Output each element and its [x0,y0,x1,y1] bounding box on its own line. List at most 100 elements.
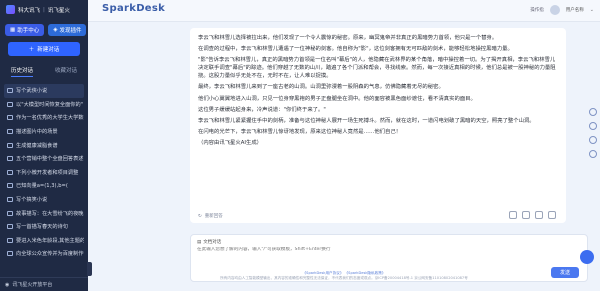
iflytek-logo-icon [6,5,15,14]
header-right: 操作指 用户名称 ⌄ [530,5,594,15]
history-item-label: 描述图片中的场景 [16,129,58,136]
guide-link[interactable]: 操作指 [530,7,544,13]
sidebar: 科大讯飞 | 讯飞星火 ▦ 助手中心 ◈ 发现插件 ＋ 新建对话 历史对话 收藏… [0,0,88,291]
history-item[interactable]: 作为一名优秀的大学生大学数学讲授 [4,111,84,125]
brand-divider: | [43,6,45,13]
tab-favorites[interactable]: 收藏对话 [55,66,77,77]
chat-bubble-icon [7,101,13,107]
answer-paragraph: （内容由讯飞星火AI生成） [198,139,263,146]
rail-icon-4[interactable] [589,150,597,158]
sidebar-footer-label: 讯飞星火开放平台 [12,282,53,288]
chat-bubble-icon [7,156,13,162]
history-list: 写个武侠小说以"大模型时间恢复全面你的" 作为一名优秀的大学生大学数学讲授描述图片… [4,84,84,261]
chat-bubble-icon [7,142,13,148]
answer-paragraph: 李云飞和林雪儿选择被拉出来，他们发现了一个令人震惊的秘密。原来，幽冥鬼帝并非真正… [198,35,498,41]
assistant-center-button[interactable]: ▦ 助手中心 [5,24,45,36]
history-item-label: 故事描写：在大雪纷飞的夜晚... [16,210,84,217]
history-item-label: 作为一名优秀的大学生大学数学讲授 [16,115,84,122]
history-item[interactable]: 生成健康减脂食谱 [4,138,84,152]
answer-paragraph: 在调查的过程中，李云飞和林雪儿遭遇了一位神秘的剑客。他自称为"影"，这位剑客拥有… [198,46,513,53]
history-item-label: 写一首描写春天的诗句 [16,224,68,231]
history-item-label: 写个搞笑小说 [16,197,48,204]
tab-history[interactable]: 历史对话 [10,66,33,77]
avatar[interactable] [549,5,560,15]
chat-bubble-icon [7,224,13,230]
history-item[interactable]: 已知向量a=(1,3),b=( [4,179,84,193]
answer-paragraph: 李云飞和林雪儿紧紧握住手中的剑柄，准备与这位神秘人展开一场生死搏斗。然而，就在这… [198,117,535,124]
history-item-label: 要进入米色年龄段,其他主题的 [16,237,84,244]
doc-chat-toggle[interactable]: ▤ 文档对话 [197,239,222,246]
doc-chat-label: 文档对话 [203,240,222,245]
history-item-label: 向全球公众宣传并为百度制作一个 [16,251,84,258]
sidebar-top-buttons: ▦ 助手中心 ◈ 发现插件 [5,24,87,36]
plugin-icon: ◈ [53,27,58,33]
chat-bubble-icon [7,251,13,257]
history-item[interactable]: 五个营销中整个全盘回答表述 [4,152,84,166]
rail-icon-3[interactable] [589,136,597,144]
chat-bubble-icon [7,197,13,203]
discover-plugins-label: 发现插件 [59,28,82,34]
answer-body: 李云飞和林雪儿选择被拉出来，他们发现了一个令人震惊的秘密。原来，幽冥鬼帝并非真正… [198,34,558,147]
history-item-label: 写个武侠小说 [16,88,48,95]
privacy-policy-link[interactable]: 《SparkDesk隐私政策》 [345,271,386,275]
plus-icon: ＋ [28,47,35,53]
history-item[interactable]: 写一首描写春天的诗句 [4,220,84,234]
chat-bubble-icon [7,115,13,121]
history-item[interactable]: 写个搞笑小说 [4,193,84,207]
chat-bubble-icon [7,183,13,189]
refresh-icon: ↻ [198,213,202,219]
chat-bubble-icon [7,129,13,135]
history-item[interactable]: 向全球公众宣传并为百度制作一个 [4,247,84,261]
rail-icon-2[interactable] [589,122,597,130]
answer-paragraph: "影"告诉李云飞和林雪儿，真正的黑暗势力首领是一位名叫"幕后"的人，他隐藏在武林… [198,57,556,80]
brand-right: 讯飞星火 [47,7,70,14]
chat-input[interactable] [197,247,497,252]
sidebar-footer[interactable]: ◉ 讯飞星火开放平台 [0,277,88,291]
history-item[interactable]: 以"大模型时间恢复全面你的" [4,98,84,112]
history-item[interactable]: 故事描写：在大雪纷飞的夜晚... [4,206,84,220]
help-icon[interactable] [580,250,594,264]
history-item[interactable]: 要进入米色年龄段,其他主题的 [4,234,84,248]
answer-paragraph: 这位男子缓缓站起身来，冷声说道："你们终于来了。" [198,106,326,113]
new-chat-button[interactable]: ＋ 新建对话 [8,42,80,56]
history-item[interactable]: 下列小微开发者和项目调整 [4,166,84,180]
chat-bubble-icon [7,210,13,216]
history-item-label: 以"大模型时间恢复全面你的" [16,101,84,108]
history-item-label: 已知向量a=(1,3),b=( [16,183,68,190]
rail-icon-1[interactable] [589,108,597,116]
user-agreement-link[interactable]: 《SparkDesk用户协议》 [303,271,344,275]
platform-icon: ◉ [5,281,10,288]
regenerate-label: 重新回答 [204,214,223,219]
answer-card: 李云飞和林雪儿选择被拉出来，他们发现了一个令人震惊的秘密。原来，幽冥鬼帝并非真正… [190,28,566,223]
share-icon[interactable] [522,211,530,219]
answer-paragraph: 在闪电的光芒下，李云飞和林雪儿惊讶地发现，原来这位神秘人竟然是……他们自己！ [198,128,402,135]
new-chat-label: 新建对话 [37,47,60,53]
history-item-label: 下列小微开发者和项目调整 [16,169,79,176]
disclaimer: 所有内容均由人工智能模型输出，其内容的准确性和完整性无法保证，不代表我们的态度或… [220,276,468,280]
regenerate-button[interactable]: ↻ 重新回答 [198,213,223,220]
brand: 科大讯飞 | 讯飞星火 [6,5,70,14]
main: 李云飞和林雪儿选择被拉出来，他们发现了一个令人震惊的秘密。原来，幽冥鬼帝并非真正… [88,22,600,291]
thumbs-up-icon[interactable] [535,211,543,219]
discover-plugins-button[interactable]: ◈ 发现插件 [48,24,87,36]
answer-paragraph: 他们小心翼翼地进入山洞，只见一位身穿黑袍的男子正盘腿坐在洞中。他的面容被黑色面纱… [198,95,476,102]
history-item[interactable]: 写个武侠小说 [4,84,84,98]
user-name[interactable]: 用户名称 [566,7,584,13]
history-item-label: 生成健康减脂食谱 [16,142,58,149]
thumbs-down-icon[interactable] [548,211,556,219]
chat-bubble-icon [7,169,13,175]
history-item[interactable]: 描述图片中的场景 [4,125,84,139]
assistant-center-label: 助手中心 [17,28,40,34]
answer-tools [509,211,556,219]
chevron-down-icon[interactable]: ⌄ [590,7,594,13]
history-item-label: 五个营销中整个全盘回答表述 [16,156,84,163]
grid-icon: ▦ [10,27,16,33]
chat-bubble-icon [7,88,13,94]
brand-left: 科大讯飞 [18,7,41,14]
header: SparkDesk 操作指 用户名称 ⌄ [88,0,600,22]
app-title: SparkDesk [102,3,166,14]
chat-bubble-icon [7,237,13,243]
document-icon: ▤ [197,239,202,245]
answer-paragraph: 最终，李云飞和林雪儿来到了一座古老的山洞。山洞里弥漫着一股阴森的气息，仿佛隐藏着… [198,84,444,91]
copy-icon[interactable] [509,211,517,219]
